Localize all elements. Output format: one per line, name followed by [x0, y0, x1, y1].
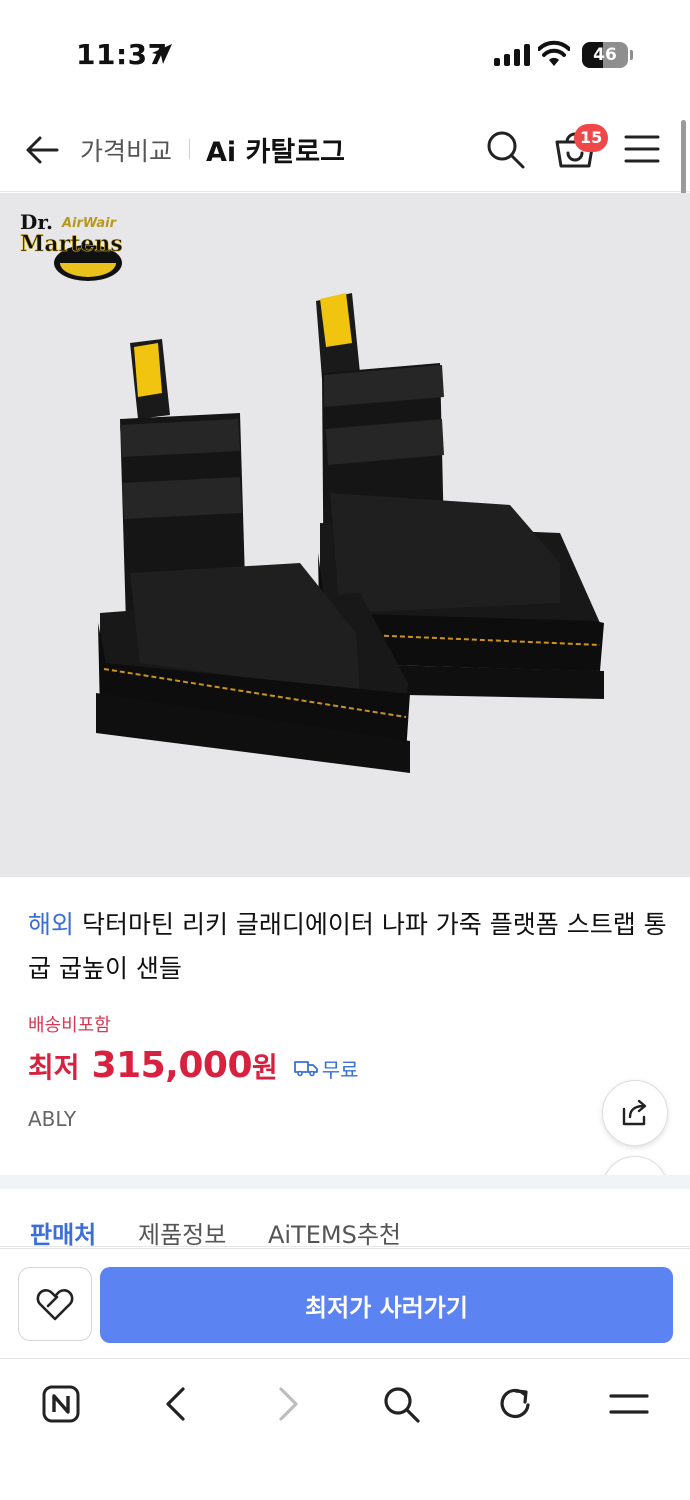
wishlist-button[interactable] — [18, 1267, 92, 1341]
battery-icon: 46 — [582, 42, 628, 68]
overseas-tag: 해외 — [28, 910, 75, 939]
chevron-left-icon — [166, 1387, 185, 1421]
delivery-truck-icon — [293, 1061, 318, 1077]
cart-count-badge: 15 — [574, 124, 609, 152]
detail-tabs: 판매처 제품정보 AiTEMS추천 — [0, 1189, 690, 1250]
browser-search-button[interactable] — [378, 1381, 424, 1427]
share-button[interactable] — [602, 1080, 668, 1146]
cellular-signal-icon — [494, 44, 530, 66]
price-prefix: 최저 — [28, 1051, 80, 1084]
browser-menu-button[interactable] — [606, 1381, 652, 1427]
page-title: Ai 카탈로그 — [206, 137, 345, 168]
browser-forward-button[interactable] — [266, 1381, 312, 1427]
back-button[interactable] — [22, 130, 62, 170]
tab-aitems-recommend[interactable]: AiTEMS추천 — [268, 1215, 401, 1250]
browser-toolbar — [0, 1358, 690, 1500]
seller-name: ABLY — [28, 1107, 77, 1131]
search-icon — [487, 131, 525, 169]
search-button[interactable] — [484, 128, 526, 170]
price-row: 최저 315,000 원 무료 — [28, 1045, 359, 1086]
menu-button[interactable] — [624, 132, 660, 166]
shipping-fee: 무료 — [293, 1054, 359, 1083]
battery-nub — [630, 50, 633, 60]
breadcrumb-divider — [189, 139, 190, 159]
location-arrow-icon — [152, 44, 172, 64]
browser-back-button[interactable] — [152, 1381, 198, 1427]
purchase-action-bar: 최저가 사러가기 — [0, 1248, 690, 1358]
hamburger-menu-icon — [624, 135, 660, 163]
share-icon — [622, 1099, 647, 1126]
heart-tag-icon — [36, 1289, 74, 1321]
shipping-included-note: 배송비포함 — [28, 1015, 111, 1036]
product-info: 해외 닥터마틴 리키 글래디에이터 나파 가죽 플랫폼 스트랩 통굽 굽높이 샌들… — [0, 877, 690, 1175]
wifi-icon — [538, 40, 570, 66]
buy-lowest-price-button[interactable]: 최저가 사러가기 — [100, 1267, 673, 1343]
sandals-photo — [96, 293, 604, 773]
browser-refresh-button[interactable] — [492, 1381, 538, 1427]
chevron-right-icon — [279, 1387, 298, 1421]
tab-product-info[interactable]: 제품정보 — [138, 1215, 226, 1250]
shipping-fee-label: 무료 — [321, 1057, 359, 1082]
refresh-icon — [500, 1388, 530, 1418]
lowest-price: 315,000 — [91, 1045, 253, 1086]
product-name: 닥터마틴 리키 글래디에이터 나파 가죽 플랫폼 스트랩 통굽 굽높이 샌들 — [28, 910, 667, 983]
arrow-left-icon — [26, 136, 59, 164]
naver-home-icon — [42, 1385, 80, 1423]
naver-home-button[interactable] — [38, 1381, 84, 1427]
breadcrumb-price-compare[interactable]: 가격비교 — [80, 132, 172, 168]
price-unit: 원 — [252, 1051, 278, 1084]
menu-icon — [609, 1394, 649, 1414]
product-title: 해외 닥터마틴 리키 글래디에이터 나파 가죽 플랫폼 스트랩 통굽 굽높이 샌들 — [28, 903, 668, 991]
search-icon — [384, 1387, 420, 1423]
section-divider — [0, 1175, 690, 1189]
battery-level: 46 — [593, 45, 617, 65]
status-bar: 11:37 46 — [0, 0, 690, 100]
tab-sellers[interactable]: 판매처 — [30, 1215, 96, 1250]
product-image[interactable]: Dr. Martens AirWair — [0, 193, 690, 877]
